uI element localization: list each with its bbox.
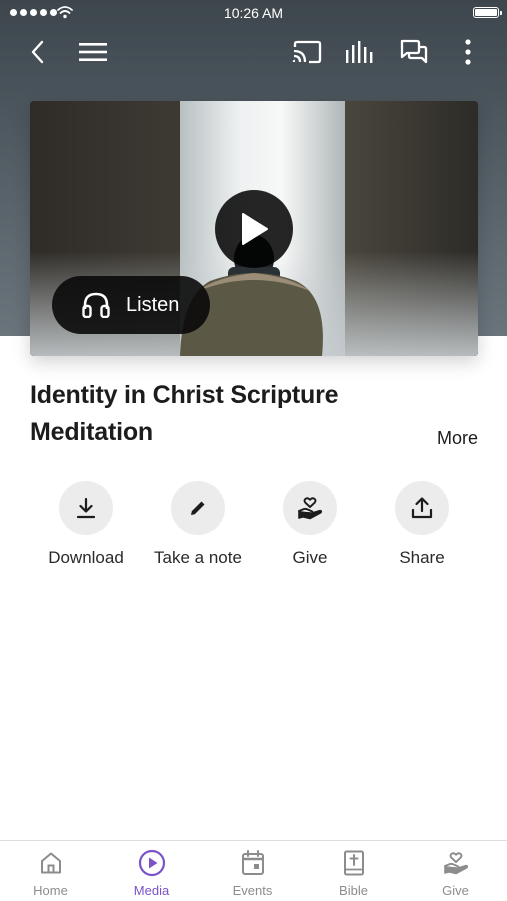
audio-levels-icon	[346, 41, 373, 63]
calendar-icon	[241, 850, 264, 875]
take-note-action[interactable]: Take a note	[142, 481, 254, 568]
tab-home-label: Home	[33, 883, 68, 898]
give-button[interactable]	[283, 481, 337, 535]
more-options-button[interactable]	[452, 36, 484, 68]
play-icon	[242, 213, 268, 245]
chat-bubbles-icon	[400, 39, 428, 64]
take-note-button[interactable]	[171, 481, 225, 535]
tab-events-label: Events	[232, 883, 273, 898]
tab-bible-label: Bible	[339, 883, 368, 898]
give-label: Give	[292, 548, 328, 567]
cast-icon	[292, 40, 322, 64]
headphones-icon	[82, 292, 110, 318]
tab-bible[interactable]: Bible	[303, 849, 404, 898]
home-icon	[40, 852, 61, 874]
share-button[interactable]	[395, 481, 449, 535]
video-thumbnail[interactable]: Listen	[30, 101, 478, 356]
battery-icon	[473, 7, 502, 18]
download-action[interactable]: Download	[30, 481, 142, 568]
tab-media[interactable]: Media	[101, 849, 202, 898]
download-button[interactable]	[59, 481, 113, 535]
download-label: Download	[48, 548, 124, 567]
bible-icon	[343, 850, 364, 876]
more-vertical-icon	[465, 39, 471, 65]
page-title: Identity in Christ Scripture Meditation	[30, 381, 339, 446]
tab-give[interactable]: Give	[405, 849, 506, 898]
hamburger-menu-icon	[79, 43, 107, 61]
more-link[interactable]: More	[437, 428, 478, 449]
status-bar: 10:26 AM	[0, 0, 507, 28]
share-icon	[411, 497, 433, 519]
share-label: Share	[399, 548, 445, 567]
cast-button[interactable]	[291, 36, 323, 68]
play-circle-icon	[138, 849, 165, 877]
play-button[interactable]	[215, 190, 293, 268]
tab-give-label: Give	[442, 883, 469, 898]
download-icon	[76, 497, 96, 519]
take-note-label: Take a note	[154, 548, 242, 567]
pencil-icon	[191, 501, 205, 515]
bottom-tab-bar: Home Media Events Bible Give	[0, 840, 507, 901]
menu-button[interactable]	[77, 36, 109, 68]
share-action[interactable]: Share	[366, 481, 478, 568]
listen-label: Listen	[126, 293, 180, 316]
listen-button[interactable]: Listen	[52, 276, 210, 334]
tab-events[interactable]: Events	[202, 849, 303, 898]
tab-media-label: Media	[133, 883, 170, 898]
give-action[interactable]: Give	[254, 481, 366, 568]
heart-hand-icon	[443, 852, 468, 875]
audio-levels-button[interactable]	[344, 36, 376, 68]
status-time: 10:26 AM	[223, 5, 284, 21]
back-button[interactable]	[22, 36, 54, 68]
heart-hand-icon	[298, 497, 323, 520]
tab-home[interactable]: Home	[0, 849, 101, 898]
chevron-left-icon	[31, 40, 44, 64]
chat-button[interactable]	[398, 36, 430, 68]
